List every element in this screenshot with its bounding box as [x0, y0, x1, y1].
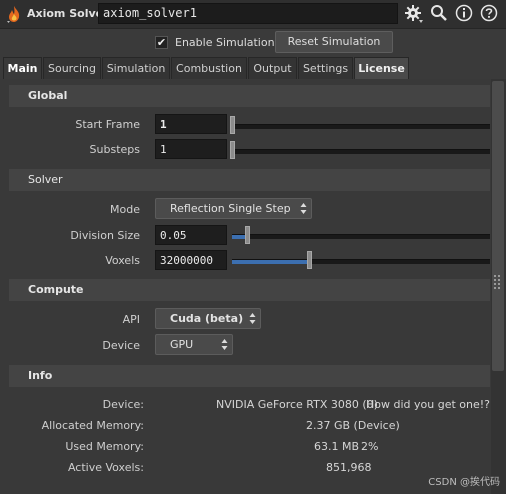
division-size-label: Division Size — [70, 229, 140, 242]
info-device-name: NVIDIA GeForce RTX 3080 (0) — [216, 398, 378, 411]
info-device-label: Device: — [102, 398, 144, 411]
device-label: Device — [102, 339, 140, 352]
updown-arrows-icon — [221, 338, 228, 351]
tab-combustion[interactable]: Combustion — [171, 57, 247, 79]
substeps-field[interactable]: 1 — [155, 139, 227, 159]
division-size-slider-handle[interactable] — [245, 226, 250, 244]
grip-icon — [494, 275, 502, 289]
division-size-field[interactable]: 0.05 — [155, 225, 227, 245]
start-frame-field[interactable]: 1 — [155, 114, 227, 134]
start-frame-label: Start Frame — [75, 118, 140, 131]
info-allocated-memory-value: 2.37 GB (Device) — [306, 419, 400, 432]
info-icon[interactable] — [455, 4, 473, 22]
substeps-slider[interactable] — [230, 141, 490, 159]
substeps-label: Substeps — [89, 143, 140, 156]
vertical-scrollbar[interactable] — [491, 79, 506, 494]
watermark: CSDN @挨代码 — [428, 477, 500, 488]
info-used-memory-label: Used Memory: — [65, 440, 144, 453]
api-menu[interactable]: Cuda (beta) — [155, 308, 261, 329]
voxels-slider-handle[interactable] — [307, 251, 312, 269]
tab-output[interactable]: Output — [248, 57, 297, 79]
scrollbar-thumb[interactable] — [492, 81, 504, 371]
mode-menu-value: Reflection Single Step — [170, 202, 291, 215]
tab-license[interactable]: License — [354, 57, 409, 79]
section-info[interactable]: Info — [9, 365, 490, 387]
tab-bar: Main Sourcing Simulation Combustion Outp… — [0, 57, 506, 79]
api-menu-value: Cuda (beta) — [170, 312, 244, 325]
tab-sourcing[interactable]: Sourcing — [43, 57, 101, 79]
voxels-field[interactable]: 32000000 — [155, 250, 227, 270]
device-menu[interactable]: GPU — [155, 334, 233, 355]
voxels-label: Voxels — [105, 254, 140, 267]
section-solver[interactable]: Solver — [9, 169, 490, 191]
tab-simulation[interactable]: Simulation — [102, 57, 170, 79]
reset-simulation-button[interactable]: Reset Simulation — [275, 31, 393, 53]
section-compute[interactable]: Compute — [9, 279, 490, 301]
info-active-voxels-value: 851,968 — [326, 461, 372, 474]
section-global[interactable]: Global — [9, 85, 490, 107]
voxels-slider[interactable] — [232, 251, 490, 269]
updown-arrows-icon — [300, 202, 307, 215]
updown-arrows-icon — [249, 312, 256, 325]
search-icon[interactable] — [430, 4, 448, 22]
division-size-slider-fill — [232, 235, 246, 239]
info-active-voxels-label: Active Voxels: — [67, 461, 144, 474]
fire-node-icon[interactable] — [6, 5, 22, 23]
info-device-note: How did you get one!? — [366, 398, 490, 411]
substeps-slider-handle[interactable] — [230, 141, 235, 159]
info-allocated-memory-label: Allocated Memory: — [41, 419, 144, 432]
api-label: API — [122, 313, 140, 326]
node-name-input[interactable]: axiom_solver1 — [98, 3, 398, 24]
enable-simulation-label: Enable Simulation — [175, 36, 275, 49]
mode-label: Mode — [110, 203, 140, 216]
title-bar: Axiom Solver axiom_solver1 — [0, 0, 506, 29]
info-used-memory-percent: 2% — [361, 440, 379, 453]
title-icons — [404, 4, 500, 24]
start-frame-slider[interactable] — [230, 116, 490, 134]
start-frame-slider-handle[interactable] — [230, 116, 235, 134]
node-type-label: Axiom Solver — [27, 7, 109, 20]
info-used-memory-value: 63.1 MB — [314, 440, 360, 453]
voxels-slider-fill — [232, 260, 309, 264]
mode-menu[interactable]: Reflection Single Step — [155, 198, 312, 219]
gear-icon[interactable] — [404, 4, 423, 23]
device-menu-value: GPU — [170, 338, 194, 351]
tab-settings[interactable]: Settings — [298, 57, 353, 79]
division-size-slider[interactable] — [232, 226, 490, 244]
tab-main[interactable]: Main — [3, 57, 42, 79]
enable-simulation-checkbox[interactable]: ✔ — [155, 36, 168, 49]
help-icon[interactable] — [480, 4, 498, 22]
parameter-panel: Global Start Frame 1 Substeps 1 Solver M… — [0, 79, 491, 494]
